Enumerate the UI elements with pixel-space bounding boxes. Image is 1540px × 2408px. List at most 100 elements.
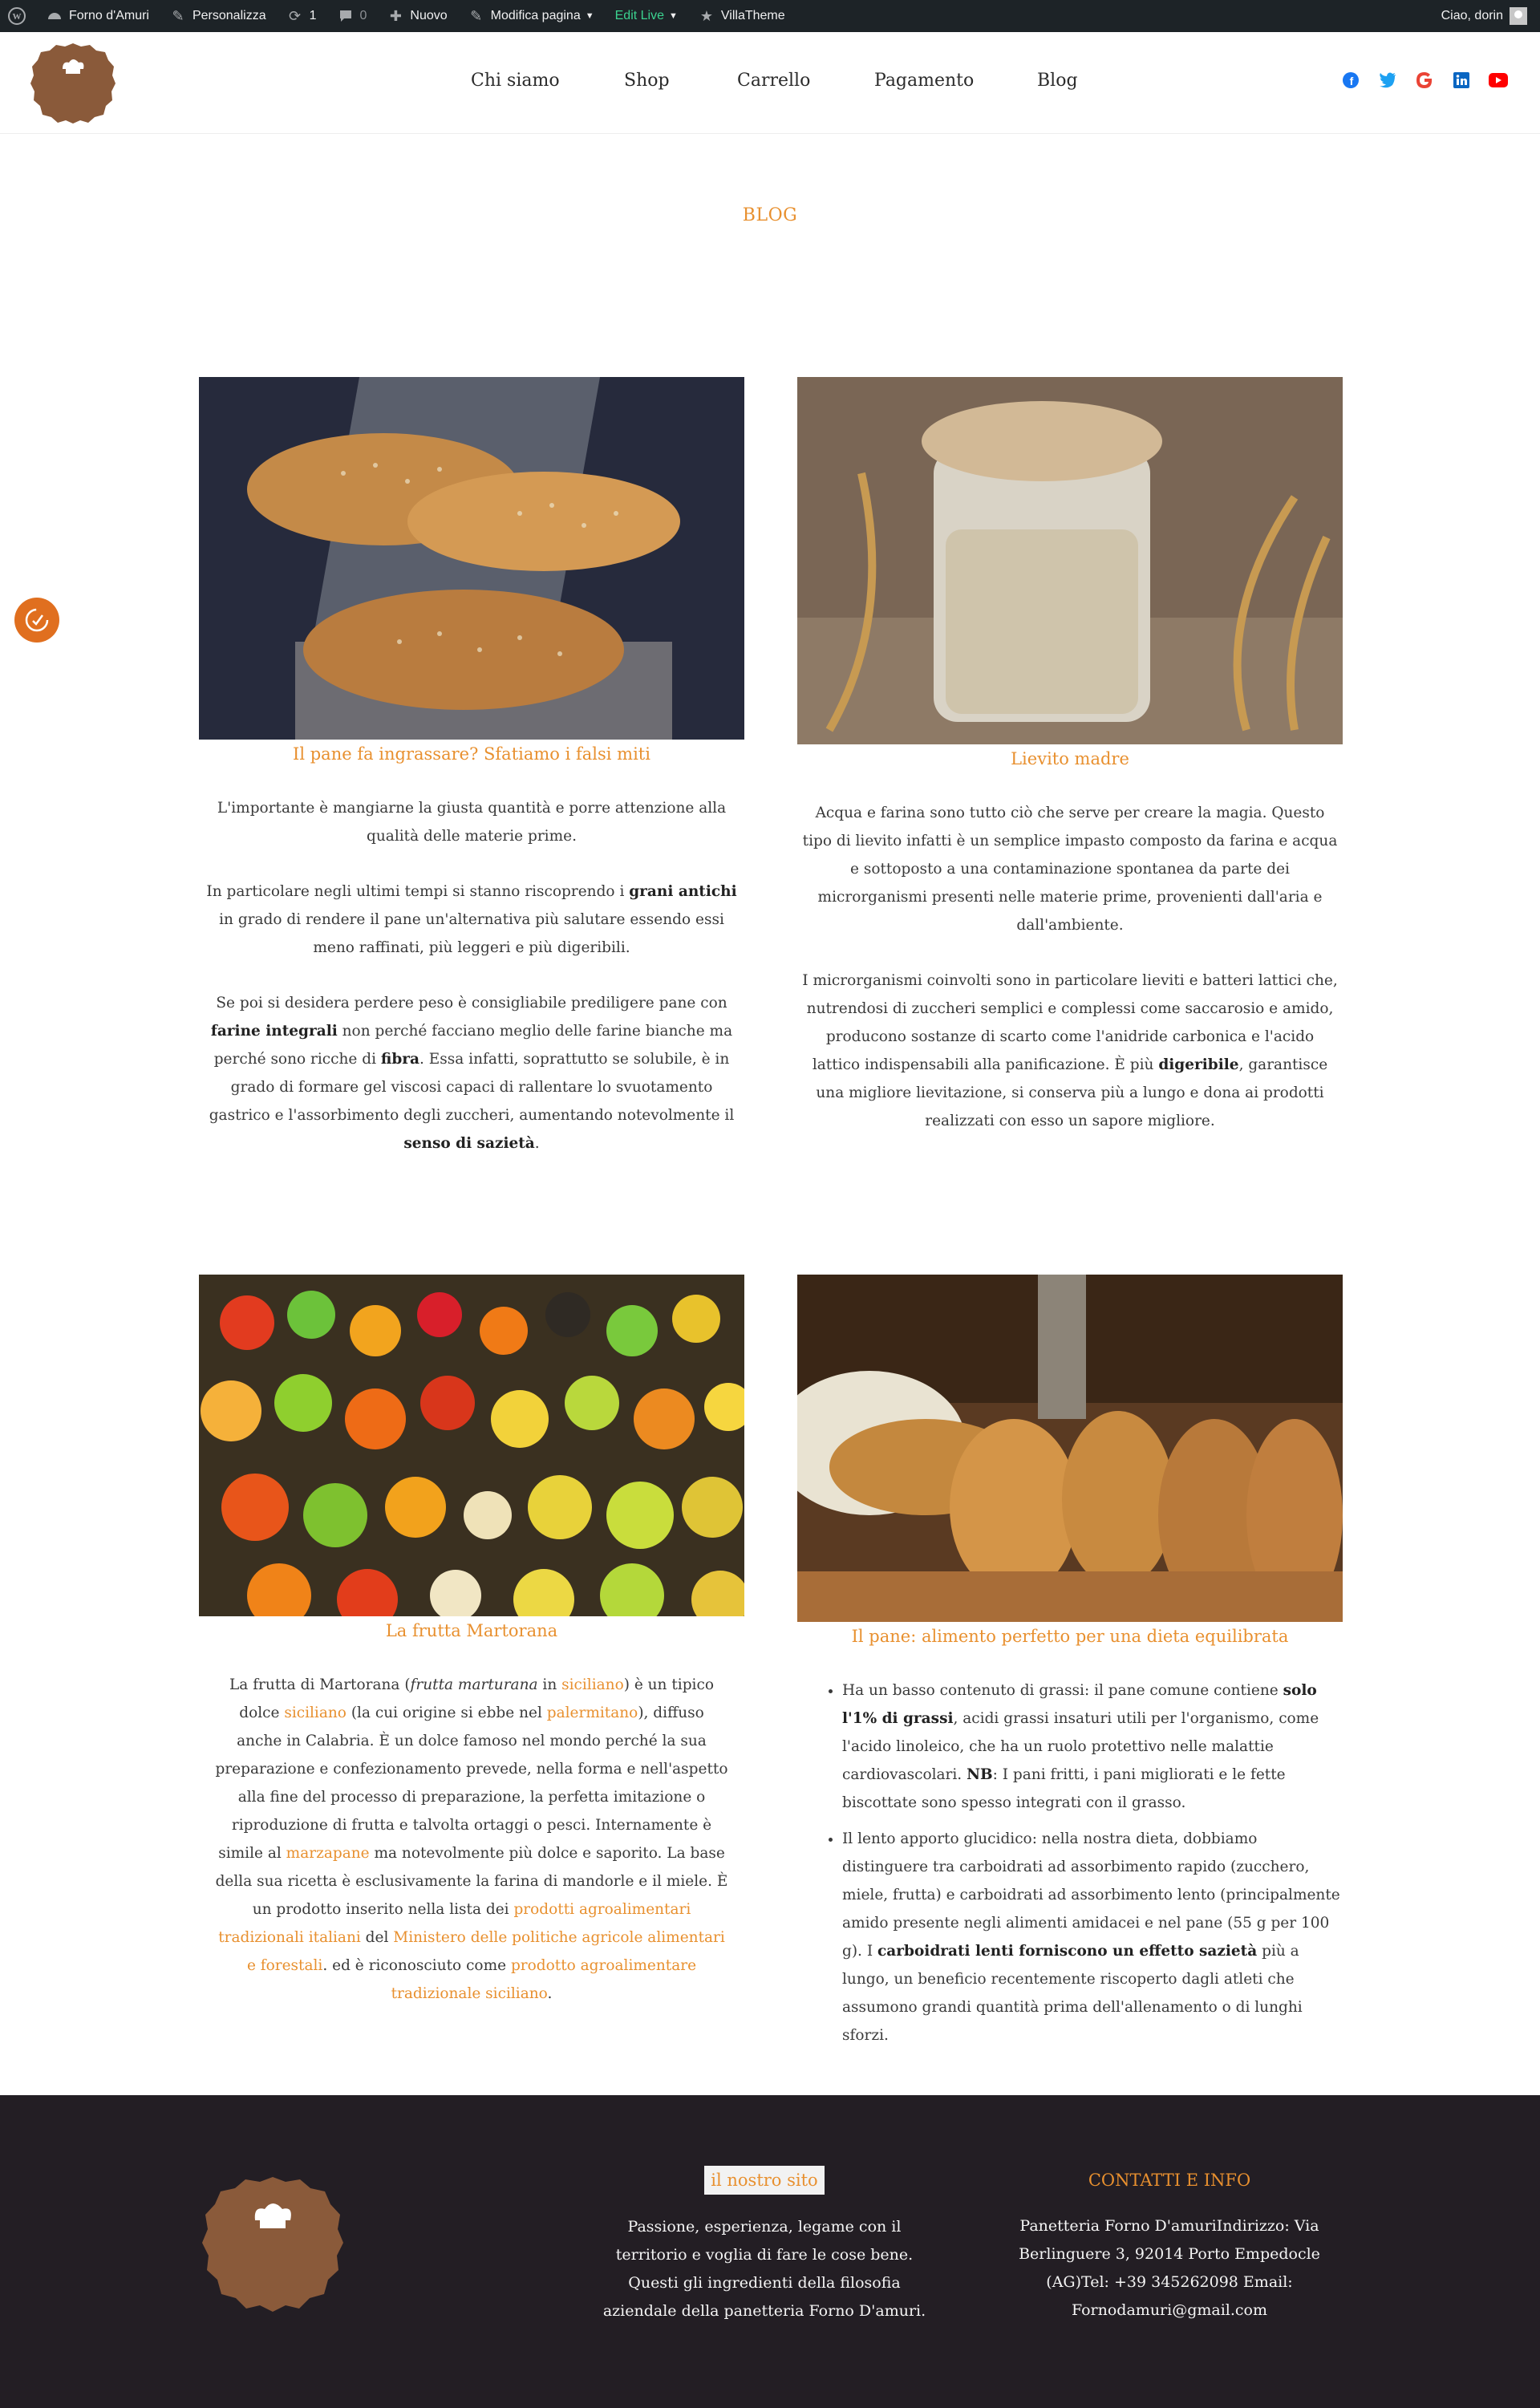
admin-account-link[interactable]: Ciao, dorin <box>1441 0 1527 32</box>
list-item: Ha un basso contenuto di grassi: il pane… <box>842 1676 1343 1817</box>
post-paragraph: La frutta di Martorana (frutta marturana… <box>215 1671 728 2008</box>
footer-about-text: Questi gli ingredienti della filosofia a… <box>602 2274 926 2320</box>
text-run: La frutta di Martorana ( <box>229 1676 411 1693</box>
pencil-icon: ✎ <box>470 7 483 24</box>
admin-site-link[interactable]: Forno d'Amuri <box>47 8 149 24</box>
nav-item-shop[interactable]: Shop <box>624 71 737 91</box>
post-title-link[interactable]: Il pane: alimento perfetto per una dieta… <box>797 1627 1343 1646</box>
footer-logo[interactable] <box>202 2174 343 2315</box>
post-list: Ha un basso contenuto di grassi: il pane… <box>797 1676 1343 2049</box>
text-run: . ed è riconosciuto come <box>322 1957 511 1974</box>
post-excerpt: Acqua e farina sono tutto ciò che serve … <box>797 799 1343 1135</box>
nav-item-blog[interactable]: Blog <box>1037 71 1078 91</box>
facebook-icon[interactable]: f <box>1341 71 1360 90</box>
google-icon[interactable] <box>1415 71 1434 90</box>
bold-text: digeribile <box>1158 1056 1239 1073</box>
post-paragraph: Se poi si desidera perdere peso è consig… <box>204 989 740 1157</box>
nav-item-chi-siamo[interactable]: Chi siamo <box>471 71 624 91</box>
bold-text: fibra <box>380 1051 419 1068</box>
text-run: Se poi si desidera perdere peso è consig… <box>216 995 727 1011</box>
footer-about: il nostro sito Passione, esperienza, leg… <box>600 2166 929 2325</box>
post-image-bread[interactable] <box>199 377 744 740</box>
blog-post: La frutta Martorana La frutta di Martora… <box>199 1275 744 2035</box>
linkedin-icon[interactable] <box>1452 71 1471 90</box>
plus-icon: ✚ <box>389 7 402 24</box>
blog-post: Lievito madre Acqua e farina sono tutto … <box>797 377 1343 1162</box>
bold-text: senso di sazietà <box>403 1135 535 1152</box>
post-paragraph: L'importante è mangiarne la giusta quant… <box>217 800 727 845</box>
comments-icon <box>338 8 354 24</box>
admin-villatheme-link[interactable]: ★ VillaTheme <box>699 8 785 24</box>
wordpress-logo-icon[interactable]: W <box>8 7 26 25</box>
accessibility-button[interactable] <box>14 598 59 643</box>
admin-greeting: Ciao, dorin <box>1441 9 1503 22</box>
post-image-sourdough[interactable] <box>797 377 1343 744</box>
admin-comments-link[interactable]: 0 <box>338 8 367 24</box>
post-excerpt: La frutta di Martorana (frutta marturana… <box>199 1671 744 2008</box>
accessibility-icon <box>25 608 49 632</box>
link-marzapane[interactable]: marzapane <box>286 1845 370 1862</box>
text-run: . <box>534 1135 540 1152</box>
site-logo[interactable] <box>30 42 116 124</box>
admin-edit-page-link[interactable]: ✎ Modifica pagina ▼ <box>468 8 594 24</box>
youtube-icon[interactable] <box>1489 71 1508 90</box>
post-title-link[interactable]: La frutta Martorana <box>199 1621 744 1640</box>
brush-icon: ✎ <box>172 7 184 24</box>
text-run: in <box>537 1676 562 1693</box>
text-run: ), diffuso anche in Calabria. È un dolce… <box>215 1705 728 1862</box>
admin-new-link[interactable]: ✚ Nuovo <box>387 7 448 24</box>
italic-text: frutta marturana <box>410 1676 538 1693</box>
link-siciliano[interactable]: siciliano <box>561 1676 624 1693</box>
text-run: (la cui origine si ebbe nel <box>346 1705 547 1721</box>
post-image-bread-rolls[interactable] <box>797 1275 1343 1622</box>
text-run: In particolare negli ultimi tempi si sta… <box>206 883 630 900</box>
bold-text: NB <box>967 1766 993 1783</box>
updates-icon: ⟳ <box>289 7 302 24</box>
site-footer: il nostro sito Passione, esperienza, leg… <box>0 2095 1540 2408</box>
bold-text: carboidrati lenti forniscono un effetto … <box>877 1943 1258 1960</box>
admin-edit-live-label: Edit Live <box>614 9 664 22</box>
bold-text: farine integrali <box>210 1023 338 1040</box>
link-siciliano[interactable]: siciliano <box>284 1705 346 1721</box>
admin-bar: W Forno d'Amuri ✎ Personalizza ⟳ 1 0 ✚ N… <box>0 0 1540 32</box>
star-icon: ★ <box>699 7 713 24</box>
admin-edit-live-link[interactable]: Edit Live ▼ <box>615 9 678 23</box>
admin-customize-link[interactable]: ✎ Personalizza <box>170 7 266 24</box>
post-image-martorana[interactable] <box>199 1275 744 1616</box>
text-run: Il lento apporto glucidico: nella nostra… <box>842 1830 1340 1960</box>
text-run: del <box>360 1929 394 1946</box>
post-paragraph: I microrganismi coinvolti sono in partic… <box>802 967 1338 1135</box>
admin-updates-link[interactable]: ⟳ 1 <box>287 7 317 24</box>
post-paragraph: Acqua e farina sono tutto ciò che serve … <box>802 805 1338 934</box>
post-title-link[interactable]: Il pane fa ingrassare? Sfatiamo i falsi … <box>199 744 744 764</box>
footer-contacts: CONTATTI E INFO Panetteria Forno D'amuri… <box>995 2166 1344 2325</box>
admin-customize-label: Personalizza <box>192 9 266 22</box>
admin-updates-count: 1 <box>309 9 317 22</box>
link-palermitano[interactable]: palermitano <box>547 1705 638 1721</box>
footer-about-title: il nostro sito <box>704 2166 825 2195</box>
post-title-link[interactable]: Lievito madre <box>797 749 1343 768</box>
footer-about-text: Passione, esperienza, legame con il terr… <box>615 2218 914 2264</box>
avatar <box>1510 7 1527 25</box>
dashboard-icon <box>47 8 63 24</box>
admin-edit-page-label: Modifica pagina <box>490 9 581 22</box>
nav-item-pagamento[interactable]: Pagamento <box>874 71 1037 91</box>
post-paragraph: In particolare negli ultimi tempi si sta… <box>204 878 740 962</box>
text-run: Ha un basso contenuto di grassi: il pane… <box>842 1682 1283 1699</box>
post-excerpt: L'importante è mangiarne la giusta quant… <box>199 794 744 1157</box>
page-title: BLOG <box>742 205 798 225</box>
admin-comments-count: 0 <box>359 9 367 22</box>
site-header: Chi siamo Shop Carrello Pagamento Blog f <box>0 32 1540 134</box>
main-nav: Chi siamo Shop Carrello Pagamento Blog <box>471 71 1078 91</box>
text-run: . <box>547 1985 553 2002</box>
blog-post: Il pane: alimento perfetto per una dieta… <box>797 1275 1343 2057</box>
nav-item-carrello[interactable]: Carrello <box>737 71 874 91</box>
caret-down-icon: ▼ <box>669 11 678 21</box>
post-excerpt: Ha un basso contenuto di grassi: il pane… <box>797 1676 1343 2049</box>
footer-contacts-title: CONTATTI E INFO <box>1088 2171 1251 2190</box>
admin-new-label: Nuovo <box>410 9 448 22</box>
caret-down-icon: ▼ <box>585 11 594 21</box>
admin-site-name: Forno d'Amuri <box>69 9 149 22</box>
twitter-icon[interactable] <box>1378 71 1397 90</box>
svg-text:W: W <box>13 12 22 22</box>
